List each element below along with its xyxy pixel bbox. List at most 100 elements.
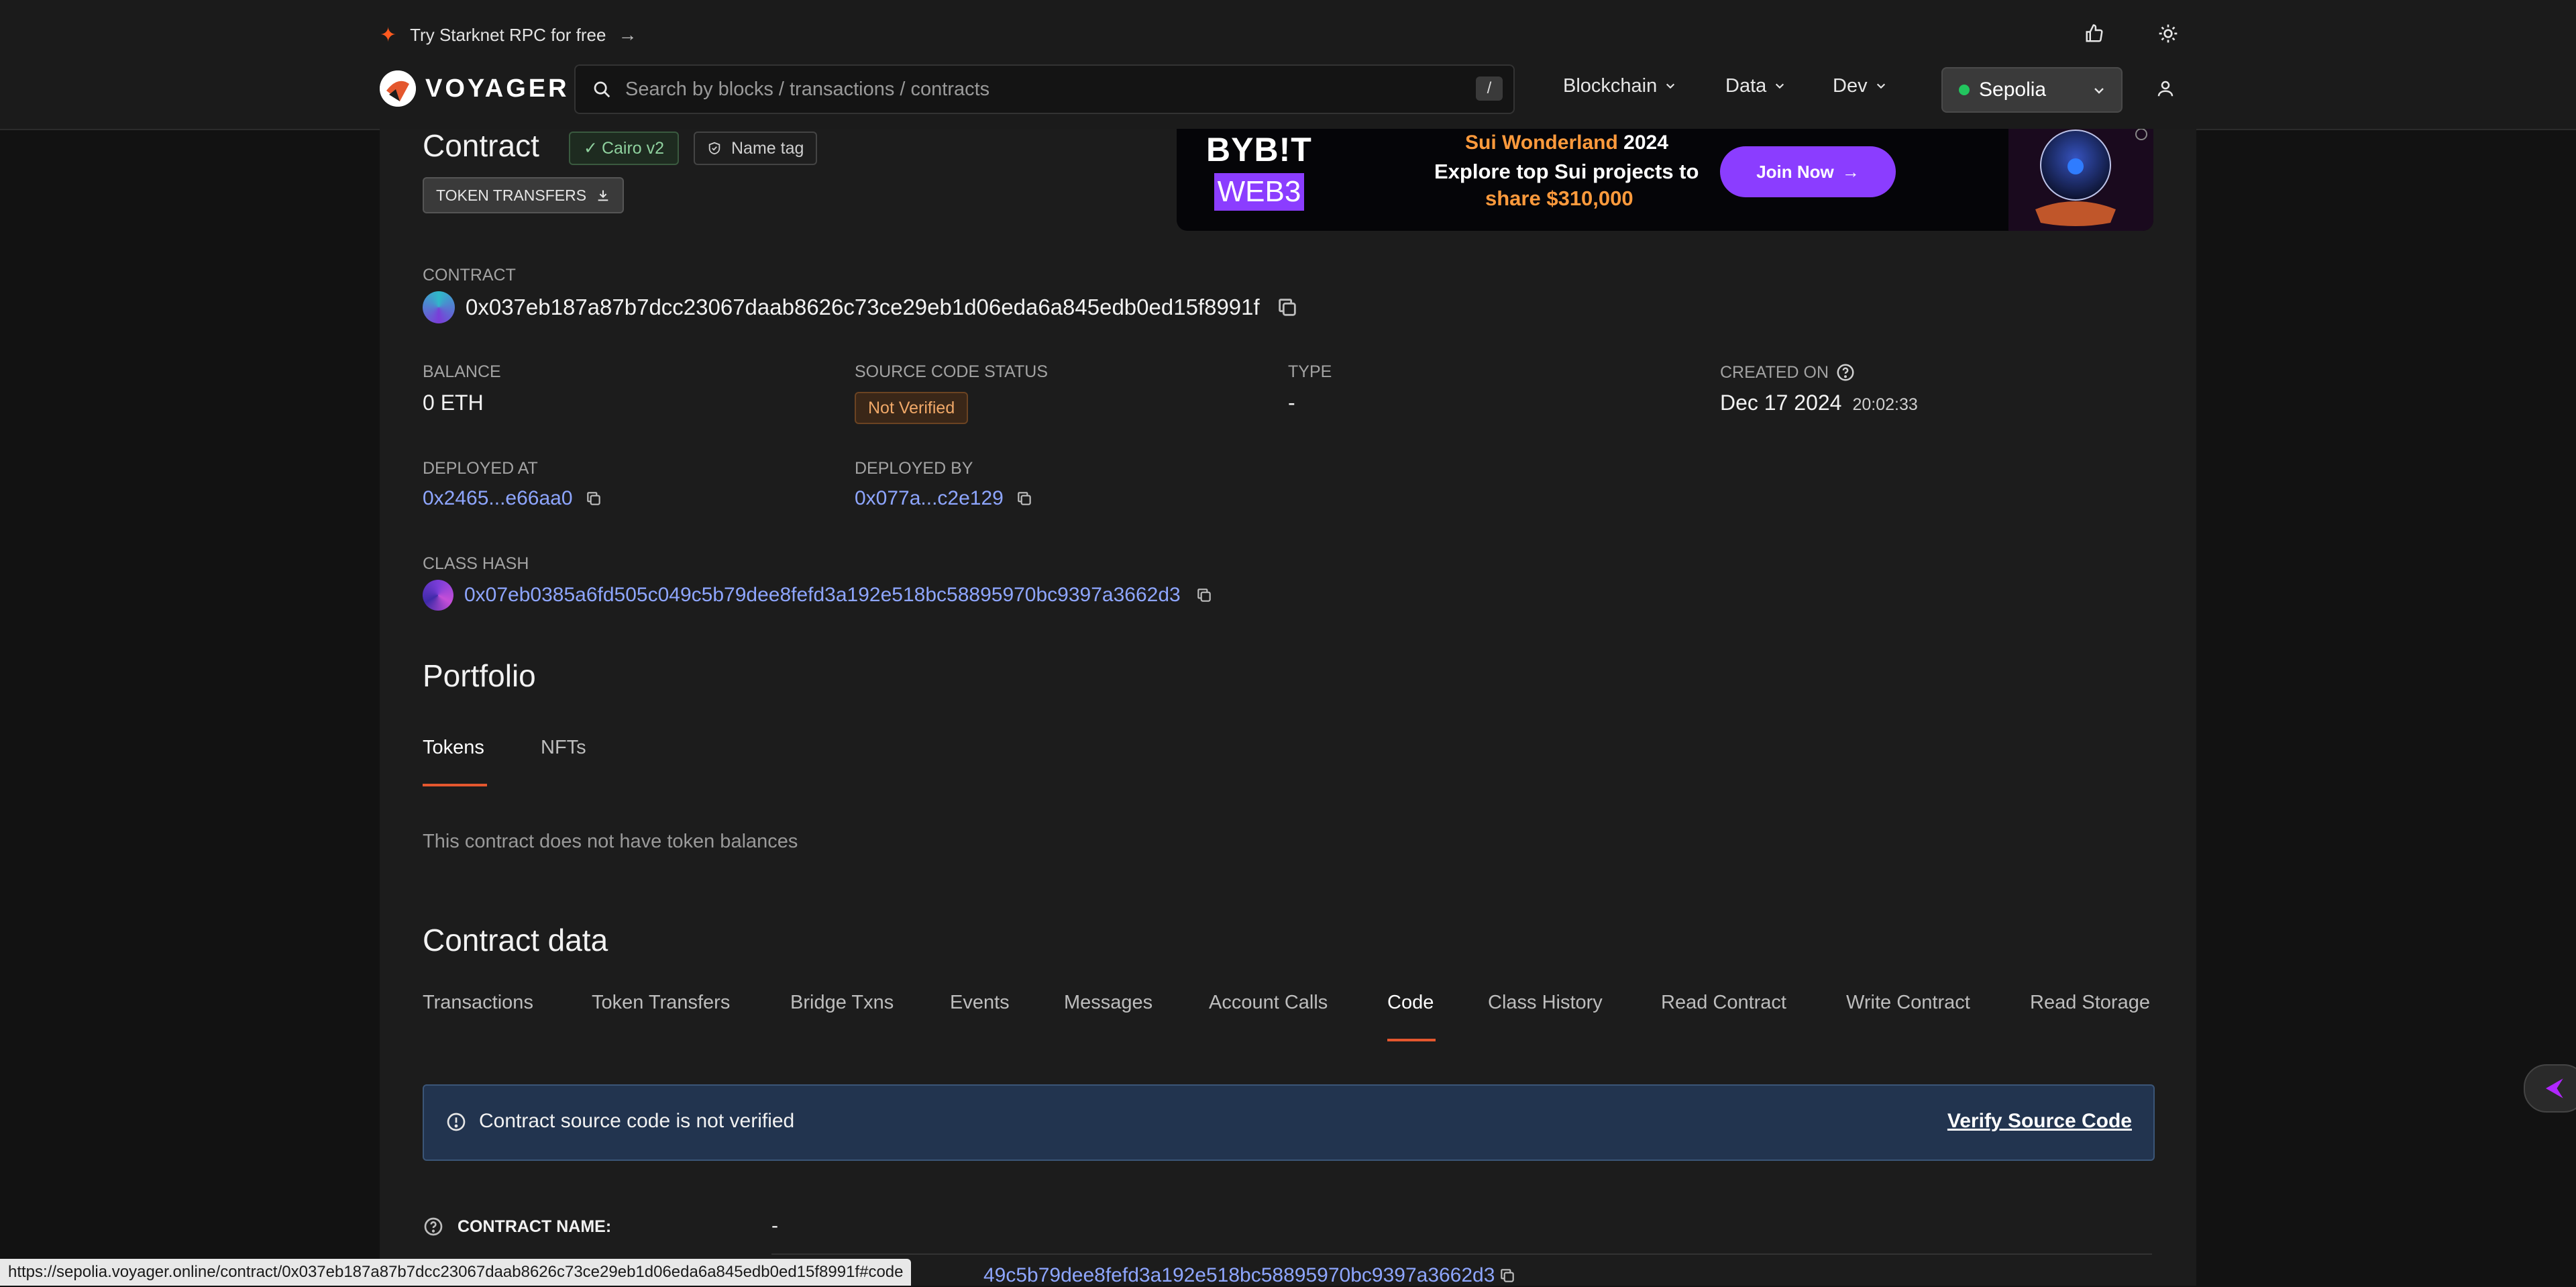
promo-text: Try Starknet RPC for free (410, 24, 606, 45)
name-tag-button[interactable]: Name tag (694, 132, 818, 165)
balance-label: BALANCE (423, 362, 501, 381)
ad-line1-accent: Sui Wonderland (1465, 132, 1618, 154)
tab-class-history[interactable]: Class History (1488, 992, 1603, 1014)
copy-icon[interactable] (1499, 1267, 1516, 1284)
tab-bridge-txns[interactable]: Bridge Txns (790, 992, 894, 1014)
user-account-icon[interactable] (2151, 74, 2180, 103)
class-hash-link[interactable]: 0x07eb0385a6fd505c049c5b79dee8fefd3a192e… (464, 584, 1181, 607)
deployed-by-link[interactable]: 0x077a...c2e129 (855, 487, 1004, 510)
tab-messages[interactable]: Messages (1064, 992, 1152, 1014)
chevron-down-icon (1666, 83, 1675, 89)
verify-source-code-link[interactable]: Verify Source Code (1947, 1110, 2132, 1133)
tab-token-transfers[interactable]: Token Transfers (592, 992, 730, 1014)
ad-line1-year: 2024 (1623, 132, 1668, 154)
nav-data[interactable]: Data (1725, 72, 1785, 99)
tab-code[interactable]: Code (1387, 992, 1434, 1014)
contract-avatar (423, 291, 455, 323)
deployed-at-label: DEPLOYED AT (423, 459, 538, 478)
info-icon (447, 1113, 466, 1131)
nav-blockchain[interactable]: Blockchain (1563, 72, 1676, 99)
arrow-right-icon: → (1841, 161, 1860, 182)
network-label: Sepolia (1979, 79, 2047, 101)
ad-banner[interactable]: BYB!T WEB3 Sui Wonderland 2024 Explore t… (1177, 129, 2153, 231)
arrow-right-icon: → (618, 24, 637, 45)
tab-write-contract[interactable]: Write Contract (1846, 992, 1970, 1014)
thumbs-up-icon[interactable] (2080, 19, 2109, 48)
copy-icon[interactable] (585, 490, 602, 507)
logo-mark-icon (380, 70, 416, 107)
status-badge: Not Verified (855, 392, 969, 424)
token-transfers-download-button[interactable]: TOKEN TRANSFERS (423, 177, 625, 213)
class-hash-label: CLASS HASH (423, 554, 529, 573)
unverified-alert: Contract source code is not verified Ver… (423, 1084, 2155, 1161)
deployed-at-link[interactable]: 0x2465...e66aa0 (423, 487, 573, 510)
check-icon: ✓ (584, 139, 598, 158)
ad-line2: Explore top Sui projects to (1434, 160, 1699, 183)
active-tab-indicator (423, 784, 487, 786)
logo-text: VOYAGER (425, 74, 570, 103)
search-placeholder: Search by blocks / transactions / contra… (625, 78, 990, 100)
download-icon (598, 190, 608, 201)
theme-toggle-sun-icon[interactable] (2153, 19, 2183, 48)
nav-dev[interactable]: Dev (1833, 72, 1886, 99)
type-value: - (1288, 391, 1295, 415)
contract-name-row: CONTRACT NAME: (423, 1216, 611, 1237)
created-on-value: Dec 17 2024 20:02:33 (1720, 391, 1918, 415)
class-hash-row: 0x07eb0385a6fd505c049c5b79dee8fefd3a192e… (423, 580, 1213, 611)
sparkle-icon: ✦ (380, 23, 397, 46)
deployed-at-row: 0x2465...e66aa0 (423, 487, 602, 510)
tab-read-storage[interactable]: Read Storage (2030, 992, 2150, 1014)
contract-address: 0x037eb187a87b7dcc23067daab8626c73ce29eb… (466, 295, 1260, 319)
ad-join-now-button[interactable]: Join Now → (1720, 146, 1896, 197)
tab-transactions[interactable]: Transactions (423, 992, 533, 1014)
alert-text: Contract source code is not verified (479, 1110, 795, 1132)
ad-line1: Sui Wonderland 2024 (1465, 132, 1668, 154)
type-label: TYPE (1288, 362, 1332, 381)
search-input[interactable]: Search by blocks / transactions / contra… (574, 64, 1515, 114)
tab-read-contract[interactable]: Read Contract (1661, 992, 1786, 1014)
empty-state-text: This contract does not have token balanc… (423, 831, 798, 852)
balance-value: 0 ETH (423, 391, 484, 415)
created-time: 20:02:33 (1852, 395, 1918, 414)
ad-line3: share $310,000 (1485, 187, 1633, 210)
voyager-logo[interactable]: VOYAGER (380, 70, 570, 107)
active-tab-indicator (1387, 1039, 1436, 1041)
network-selector[interactable]: Sepolia (1941, 67, 2123, 113)
assistant-icon (2546, 1078, 2563, 1098)
chevron-down-icon (1776, 83, 1784, 89)
tab-nfts[interactable]: NFTs (541, 737, 586, 759)
ad-cta-label: Join Now (1756, 161, 1834, 182)
portfolio-heading: Portfolio (423, 658, 536, 693)
partial-class-hash-link[interactable]: 49c5b79dee8fefd3a192e518bc58895970bc9397… (983, 1264, 1516, 1287)
divider (771, 1253, 2152, 1255)
top-header: ✦ Try Starknet RPC for free → VOYAGER Se… (0, 0, 2576, 130)
tab-account-calls[interactable]: Account Calls (1209, 992, 1328, 1014)
promo-link[interactable]: ✦ Try Starknet RPC for free → (380, 23, 637, 47)
ad-brand-top: BYB!T (1206, 131, 1312, 168)
ad-brand-bottom: WEB3 (1214, 173, 1304, 211)
contract-name-value: - (771, 1215, 778, 1237)
created-on-label: CREATED ON (1720, 362, 1829, 382)
floating-assistant-button[interactable] (2524, 1064, 2576, 1113)
deployed-by-label: DEPLOYED BY (855, 459, 973, 478)
nav-label: Dev (1833, 74, 1868, 97)
nav-label: Blockchain (1563, 74, 1658, 97)
contract-label: CONTRACT (423, 266, 516, 285)
copy-icon[interactable] (1016, 490, 1033, 507)
snow-globe-icon (2008, 129, 2153, 231)
search-shortcut-key: / (1476, 76, 1503, 101)
tab-events[interactable]: Events (950, 992, 1010, 1014)
created-on-label-row: CREATED ON (1720, 362, 1856, 382)
chevron-down-icon (1876, 83, 1885, 89)
help-icon[interactable] (423, 1216, 444, 1237)
name-tag-label: Name tag (731, 138, 804, 158)
tab-tokens[interactable]: Tokens (423, 737, 484, 759)
created-date: Dec 17 2024 (1720, 391, 1842, 415)
contract-address-row: 0x037eb187a87b7dcc23067daab8626c73ce29eb… (423, 291, 1299, 323)
copy-icon[interactable] (1276, 296, 1299, 319)
page-title: Contract (423, 128, 539, 163)
help-icon[interactable] (1835, 362, 1856, 382)
nav-label: Data (1725, 74, 1767, 97)
copy-icon[interactable] (1195, 586, 1213, 604)
class-hash-avatar (423, 580, 453, 611)
